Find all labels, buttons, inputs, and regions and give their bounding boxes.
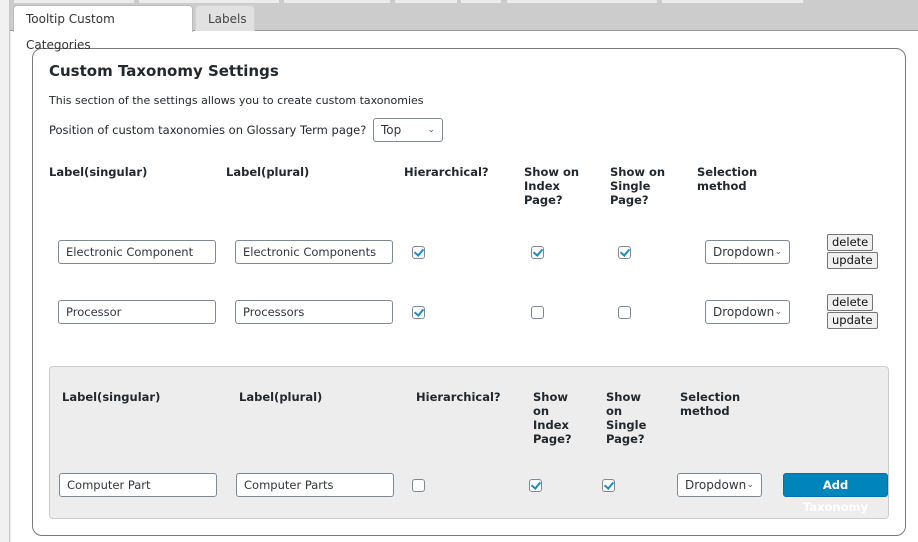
section-title: Custom Taxonomy Settings <box>49 62 279 80</box>
new-show-single-checkbox[interactable] <box>602 479 615 492</box>
plural-input[interactable]: Processors <box>235 300 393 324</box>
header-line: Index <box>533 418 569 432</box>
hierarchical-checkbox[interactable] <box>412 306 425 319</box>
ghost-tab <box>662 0 803 3</box>
ghost-tab <box>139 0 279 3</box>
header-show-single: Show on Single Page? <box>606 390 646 446</box>
tab-labels[interactable]: Labels <box>195 5 255 32</box>
delete-button[interactable]: delete <box>827 234 874 251</box>
ghost-tab <box>395 0 457 3</box>
new-hierarchical-checkbox[interactable] <box>412 479 425 492</box>
section-description: This section of the settings allows you … <box>49 94 424 107</box>
header-line: Single <box>606 418 647 432</box>
selection-method-select[interactable]: Dropdown ⌄ <box>705 240 790 264</box>
header-line: Selection <box>680 390 741 404</box>
show-index-checkbox[interactable] <box>531 246 544 259</box>
tab-tooltip-custom-categories[interactable]: Tooltip Custom Categories <box>13 5 193 52</box>
add-taxonomy-button[interactable]: Add Taxonomy <box>783 473 888 514</box>
header-singular: Label(singular) <box>62 390 161 404</box>
hierarchical-checkbox[interactable] <box>412 246 425 259</box>
header-selection-method: Selection method <box>680 390 740 418</box>
left-gutter <box>0 0 10 542</box>
tab-label: Labels <box>208 12 247 26</box>
header-line: Page? <box>524 193 563 207</box>
singular-input[interactable]: Processor <box>58 300 216 324</box>
show-index-checkbox[interactable] <box>531 306 544 319</box>
chevron-down-icon: ⌄ <box>427 125 435 135</box>
update-button[interactable]: update <box>827 252 878 269</box>
position-select[interactable]: Top ⌄ <box>373 118 443 142</box>
header-line: Single <box>610 179 651 193</box>
singular-input[interactable]: Electronic Component <box>58 240 216 264</box>
header-plural: Label(plural) <box>239 390 323 404</box>
chevron-down-icon: ⌄ <box>774 307 782 317</box>
delete-button[interactable]: delete <box>827 294 874 311</box>
chevron-down-icon: ⌄ <box>774 247 782 257</box>
header-show-index: Show on Index Page? <box>524 165 579 207</box>
header-show-single: Show on Single Page? <box>610 165 665 207</box>
header-show-index: Show on Index Page? <box>533 390 572 446</box>
new-plural-input[interactable]: Computer Parts <box>236 473 394 497</box>
show-single-checkbox[interactable] <box>618 306 631 319</box>
header-singular: Label(singular) <box>49 165 148 179</box>
header-line: Index <box>524 179 560 193</box>
header-line: Page? <box>610 193 649 207</box>
add-taxonomy-box: Label(singular) Label(plural) Hierarchic… <box>49 366 889 519</box>
header-line: Show on <box>524 165 580 179</box>
position-select-value: Top <box>381 123 402 137</box>
ghost-tab <box>284 0 390 3</box>
header-line: method <box>680 404 730 418</box>
plural-input[interactable]: Electronic Components <box>235 240 393 264</box>
header-line: Show <box>606 390 641 404</box>
header-line: on <box>533 404 550 418</box>
header-line: Show on <box>610 165 666 179</box>
selection-value: Dropdown <box>685 478 747 492</box>
selection-value: Dropdown <box>713 305 775 319</box>
header-line: Show <box>533 390 568 404</box>
new-selection-method-select[interactable]: Dropdown ⌄ <box>677 473 762 497</box>
header-selection-method: Selection method <box>697 165 757 193</box>
show-single-checkbox[interactable] <box>618 246 631 259</box>
header-hierarchical: Hierarchical? <box>404 165 489 179</box>
ghost-tab <box>507 0 657 3</box>
update-button[interactable]: update <box>827 312 878 329</box>
header-hierarchical: Hierarchical? <box>416 390 501 404</box>
header-line: method <box>697 179 747 193</box>
position-label: Position of custom taxonomies on Glossar… <box>49 123 367 137</box>
selection-method-select[interactable]: Dropdown ⌄ <box>705 300 790 324</box>
header-line: Page? <box>533 432 572 446</box>
chevron-down-icon: ⌄ <box>746 480 754 490</box>
new-show-index-checkbox[interactable] <box>529 479 542 492</box>
ghost-tab <box>461 0 501 3</box>
custom-taxonomy-panel: Custom Taxonomy Settings This section of… <box>32 48 906 536</box>
header-line: Selection <box>697 165 758 179</box>
new-singular-input[interactable]: Computer Part <box>59 473 217 497</box>
header-plural: Label(plural) <box>226 165 310 179</box>
selection-value: Dropdown <box>713 245 775 259</box>
ghost-tab <box>14 0 134 3</box>
header-line: Page? <box>606 432 645 446</box>
header-line: on <box>606 404 623 418</box>
